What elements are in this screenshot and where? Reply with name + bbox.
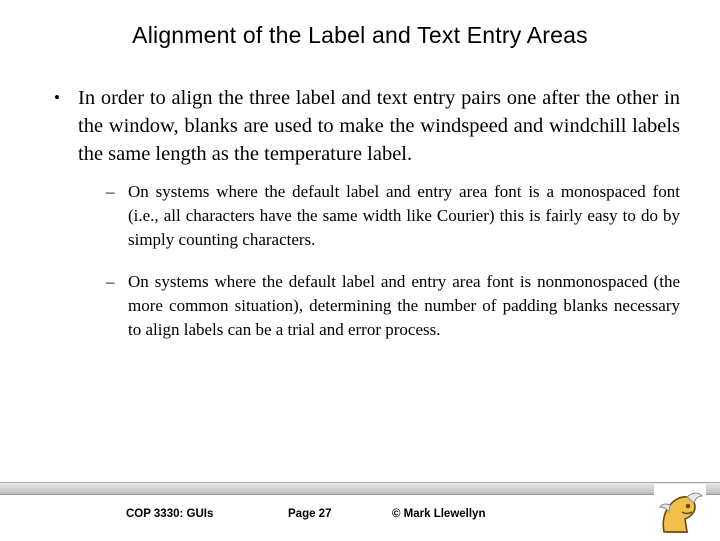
bullet-level2: – On systems where the default label and…: [106, 270, 680, 342]
bullet-level2-text: On systems where the default label and e…: [128, 182, 680, 249]
footer-copyright: © Mark Llewellyn: [392, 508, 486, 520]
bullet-level2: – On systems where the default label and…: [106, 180, 680, 252]
bullet-level1-text: In order to align the three label and te…: [78, 87, 680, 165]
footer-page-number: Page 27: [288, 508, 332, 520]
bullet-marker: –: [106, 182, 115, 201]
slide: Alignment of the Label and Text Entry Ar…: [0, 0, 720, 540]
bullet-marker: –: [106, 272, 115, 291]
page-title: Alignment of the Label and Text Entry Ar…: [132, 22, 588, 48]
slide-body: • In order to align the three label and …: [44, 84, 680, 360]
bullet-marker: •: [54, 88, 60, 107]
footer-band: [0, 483, 720, 494]
sub-bullet-group: – On systems where the default label and…: [106, 180, 680, 342]
footer-course: COP 3330: GUIs: [126, 508, 214, 520]
footer-divider-bottom: [0, 494, 720, 495]
ucf-knight-logo: [654, 484, 706, 536]
bullet-level1: • In order to align the three label and …: [44, 84, 680, 168]
bullet-level2-text: On systems where the default label and e…: [128, 272, 680, 339]
